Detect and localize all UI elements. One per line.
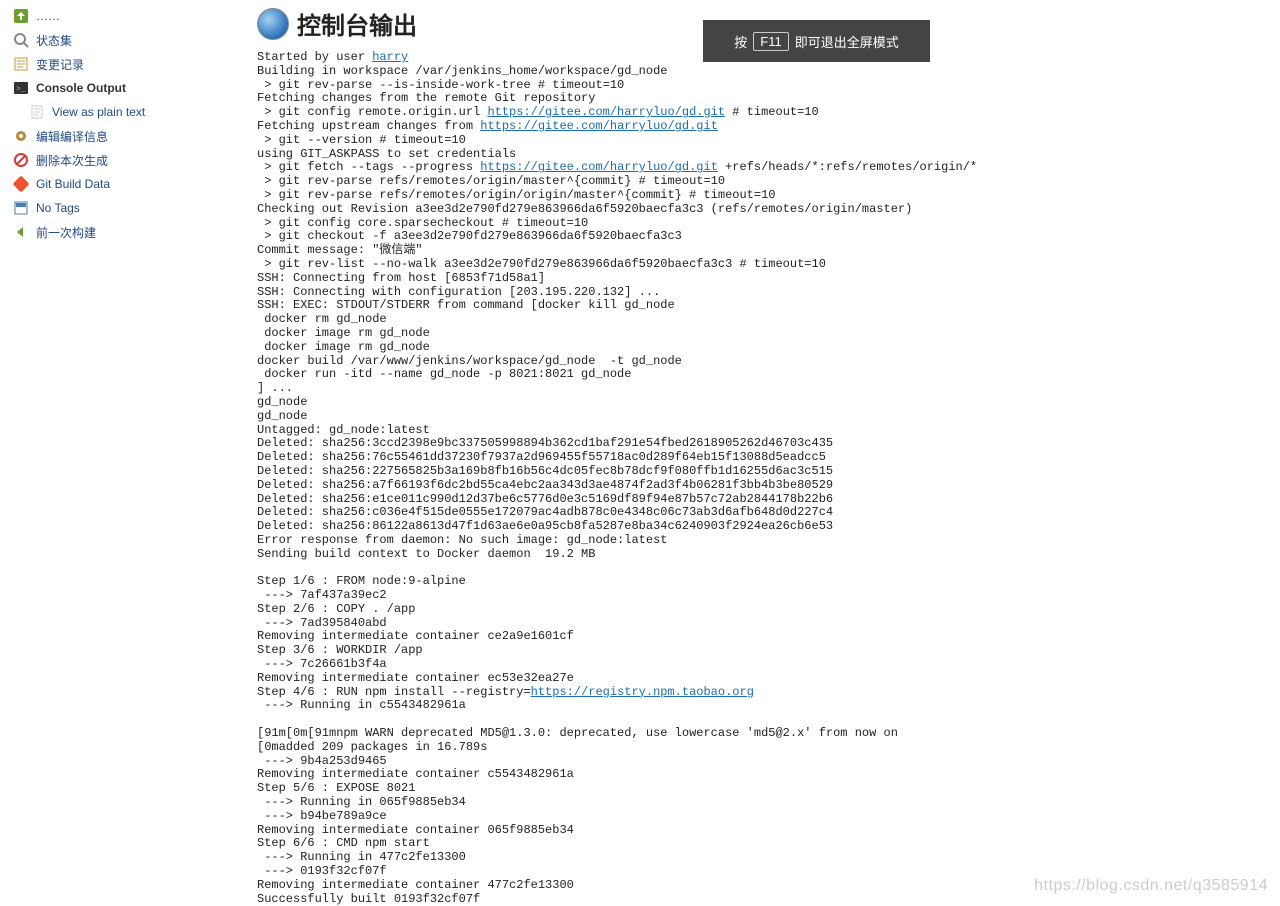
green-up-arrow-icon	[12, 7, 30, 25]
svg-text:>_: >_	[16, 85, 26, 94]
sidebar-item-console-output[interactable]: >_ Console Output	[12, 76, 215, 100]
git-url-link[interactable]: https://gitee.com/harryluo/gd.git	[487, 105, 725, 119]
tip-prefix: 按	[734, 32, 747, 51]
sidebar-item-label: 变更记录	[36, 56, 84, 73]
tip-suffix: 即可退出全屏模式	[795, 32, 899, 51]
user-link[interactable]: harry	[372, 50, 408, 64]
fullscreen-exit-tip: 按 F11 即可退出全屏模式	[703, 20, 930, 62]
sidebar-item-label: 前一次构建	[36, 224, 96, 241]
main-panel: 控制台输出 Started by user harry Building in …	[215, 0, 1280, 906]
sidebar-item-previous-build[interactable]: 前一次构建	[12, 220, 215, 244]
sidebar-item-changes[interactable]: 变更记录	[12, 52, 215, 76]
watermark: https://blog.csdn.net/q3585914	[1034, 877, 1268, 895]
console-output: Started by user harry Building in worksp…	[257, 51, 1280, 906]
globe-icon	[257, 8, 289, 40]
left-arrow-icon	[12, 223, 30, 241]
sidebar-item-label: 编辑编译信息	[36, 128, 108, 145]
sidebar-item-view-as-plain-text[interactable]: View as plain text	[12, 100, 215, 124]
gear-icon	[12, 127, 30, 145]
page-title-text: 控制台输出	[297, 6, 417, 41]
tip-key: F11	[753, 32, 788, 51]
sidebar-item-label: ……	[36, 9, 60, 23]
git-url-link[interactable]: https://gitee.com/harryluo/gd.git	[480, 160, 718, 174]
sidebar: …… 状态集 变更记录 >_ Console Output View as pl…	[0, 0, 215, 906]
sidebar-item-label: 删除本次生成	[36, 152, 108, 169]
sidebar-item-label: View as plain text	[52, 105, 145, 119]
sidebar-item-label: Console Output	[36, 81, 126, 95]
sidebar-item-git-build-data[interactable]: Git Build Data	[12, 172, 215, 196]
sidebar-item-delete-build[interactable]: 删除本次生成	[12, 148, 215, 172]
git-icon	[12, 175, 30, 193]
sidebar-item-no-tags[interactable]: No Tags	[12, 196, 215, 220]
sidebar-item-status[interactable]: 状态集	[12, 28, 215, 52]
note-icon	[12, 55, 30, 73]
tag-icon	[12, 199, 30, 217]
forbidden-icon	[12, 151, 30, 169]
git-url-link[interactable]: https://gitee.com/harryluo/gd.git	[480, 119, 718, 133]
sidebar-item-edit-build-info[interactable]: 编辑编译信息	[12, 124, 215, 148]
doc-icon	[28, 103, 46, 121]
sidebar-item-label: No Tags	[36, 201, 80, 215]
terminal-icon: >_	[12, 79, 30, 97]
registry-url-link[interactable]: https://registry.npm.taobao.org	[531, 685, 754, 699]
magnifier-icon	[12, 31, 30, 49]
sidebar-item-label: 状态集	[36, 32, 72, 49]
sidebar-item-label: Git Build Data	[36, 177, 110, 191]
sidebar-item-back[interactable]: ……	[12, 4, 215, 28]
